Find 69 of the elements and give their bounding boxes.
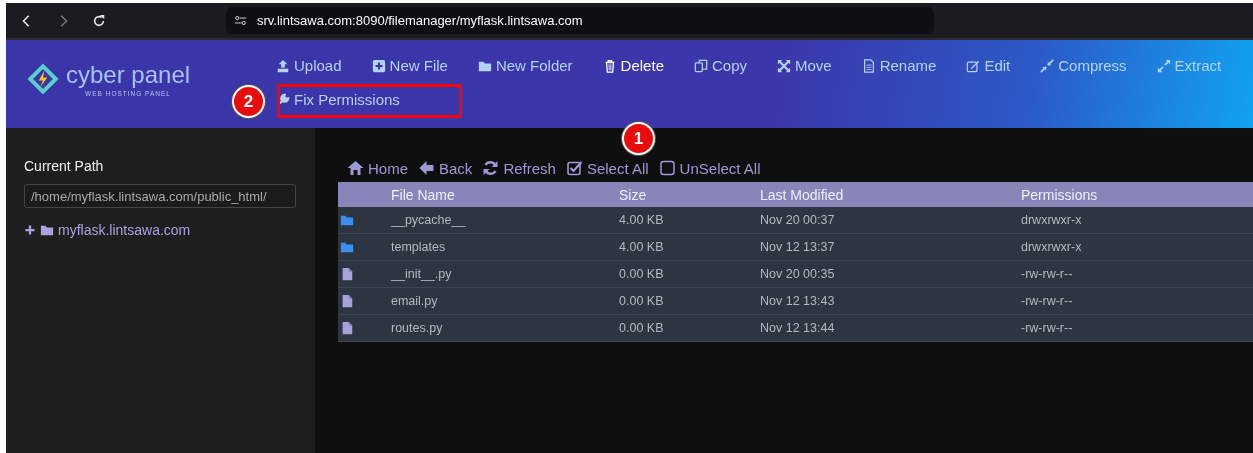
folder-icon xyxy=(340,240,354,254)
back-arrow-icon xyxy=(418,160,435,176)
file-name[interactable]: routes.py xyxy=(391,321,443,335)
file-name[interactable]: email.py xyxy=(391,294,438,308)
table-cell: -rw-rw-r-- xyxy=(1021,267,1073,281)
column-header: Size xyxy=(619,186,647,203)
step-number: 1 xyxy=(624,124,653,153)
nav-button[interactable]: UnSelect All xyxy=(658,159,761,177)
nav-button[interactable]: Select All xyxy=(565,159,649,177)
table-cell: Nov 20 00:35 xyxy=(760,267,835,281)
toolbar-button[interactable]: Move xyxy=(777,55,832,76)
table-cell: Nov 12 13:37 xyxy=(760,240,835,254)
toolbar-button[interactable]: Delete xyxy=(602,55,664,76)
toolbar-button[interactable]: Rename xyxy=(861,55,937,76)
file-icon xyxy=(340,293,354,309)
copy-icon xyxy=(693,58,708,73)
toolbar-button[interactable]: Compress xyxy=(1040,55,1127,76)
file-name[interactable]: __pycache__ xyxy=(391,213,466,227)
toolbar-button[interactable]: Edit xyxy=(966,55,1011,76)
sidebar-title: Current Path xyxy=(24,158,105,174)
checked-square-icon xyxy=(565,160,583,176)
table-cell: 0.00 KB xyxy=(619,267,664,281)
folder-icon xyxy=(340,213,354,227)
toolbar-button[interactable]: Copy xyxy=(693,55,747,76)
toolbar-button[interactable]: Fix Permissions xyxy=(276,89,400,110)
reload-icon xyxy=(92,13,106,28)
nav-button[interactable]: Refresh xyxy=(482,159,556,177)
nav-button[interactable]: Back xyxy=(418,159,473,177)
arrows-icon xyxy=(777,58,791,73)
compress-icon xyxy=(1040,58,1055,73)
nav-button[interactable]: Home xyxy=(347,159,408,177)
step-number: 2 xyxy=(234,87,263,116)
square-icon xyxy=(658,160,676,176)
column-header: Permissions xyxy=(1021,186,1098,203)
toolbar-button[interactable]: Upload xyxy=(276,55,342,76)
file-name[interactable]: __init__.py xyxy=(391,267,452,281)
plus-square-icon xyxy=(371,58,386,73)
table-cell: drwxrwxr-x xyxy=(1021,213,1082,227)
table-cell: 0.00 KB xyxy=(619,294,664,308)
refresh-icon xyxy=(482,160,500,176)
logo-name: cyber panel xyxy=(66,62,191,88)
upload-icon xyxy=(276,58,290,73)
table-cell: Nov 20 00:37 xyxy=(760,213,835,227)
toolbar-button[interactable]: New Folder xyxy=(477,55,573,76)
table-cell: -rw-rw-r-- xyxy=(1021,321,1073,335)
table-cell: 4.00 KB xyxy=(619,240,664,254)
file-icon xyxy=(340,320,354,336)
table-cell: drwxrwxr-x xyxy=(1021,240,1082,254)
path-field[interactable]: /home/myflask.lintsawa.com/public_html/ xyxy=(24,184,296,208)
table-cell: 0.00 KB xyxy=(619,321,664,335)
logo-icon xyxy=(26,62,60,96)
file-name[interactable]: templates xyxy=(391,240,446,254)
column-header: File Name xyxy=(391,186,455,203)
document-icon xyxy=(861,58,876,73)
table-cell: Nov 12 13:44 xyxy=(760,321,835,335)
folder-icon xyxy=(40,223,54,237)
column-header: Last Modified xyxy=(760,186,844,203)
address-bar[interactable]: srv.lintsawa.com:8090/filemanager/myflask.lintsawa.com xyxy=(226,7,934,34)
edit-icon xyxy=(966,58,981,73)
home-icon xyxy=(347,160,364,176)
table-cell: -rw-rw-r-- xyxy=(1021,294,1073,308)
tree-item[interactable]: myflask.lintsawa.com xyxy=(58,222,191,238)
expand-icon xyxy=(1156,58,1171,73)
file-icon xyxy=(340,266,354,282)
toolbar-button[interactable]: New File xyxy=(371,55,448,76)
table-cell: Nov 12 13:43 xyxy=(760,294,835,308)
table-cell: 4.00 KB xyxy=(619,213,664,227)
settings-icon xyxy=(234,14,247,27)
plus-icon xyxy=(24,224,36,236)
